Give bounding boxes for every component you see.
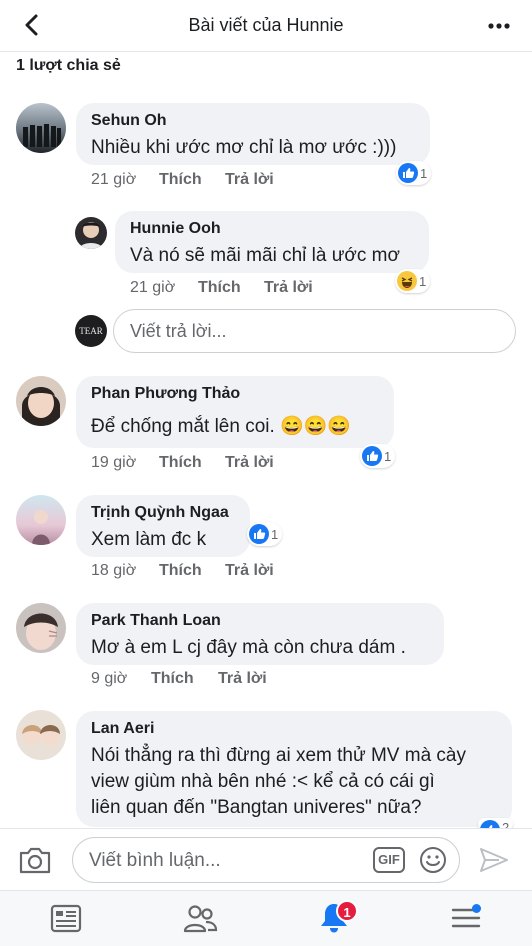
news-feed-icon[interactable]: [48, 901, 84, 935]
reaction-count: 1: [271, 526, 279, 542]
comment-author[interactable]: Trịnh Quỳnh Ngaa: [91, 504, 229, 522]
tear-logo-icon: TEAR: [79, 326, 103, 336]
send-icon[interactable]: [478, 845, 510, 875]
comment-text-line: view giùm nhà bên nhé :< kể cả có cái gì: [91, 771, 435, 792]
avatar[interactable]: [16, 103, 66, 153]
profile-photo-icon: [22, 387, 60, 426]
comment-composer: Viết bình luận... GIF: [0, 828, 532, 890]
comment-author[interactable]: Lan Aeri: [91, 720, 154, 738]
comment-author[interactable]: Hunnie Ooh: [130, 220, 221, 238]
comment-time: 21 giờ: [91, 171, 137, 188]
top-bar: Bài viết của Hunnie: [0, 0, 532, 52]
comment-time: 19 giờ: [91, 454, 137, 471]
reply-button[interactable]: Trả lời: [264, 279, 313, 297]
comment-author[interactable]: Sehun Oh: [91, 112, 167, 130]
like-button[interactable]: Thích: [159, 171, 202, 189]
comment-text: Mơ à em L cj đây mà còn chưa dám .: [91, 637, 406, 658]
comment-text: Xem làm đc k: [91, 529, 207, 550]
menu-indicator-dot: [472, 904, 481, 913]
comment-bubble[interactable]: Park Thanh Loan Mơ à em L cj đây mà còn …: [76, 603, 444, 665]
reaction-summary[interactable]: 1: [247, 522, 283, 546]
reply-button[interactable]: Trả lời: [218, 670, 267, 688]
comment-meta: 19 giờ Thích Trả lời: [91, 454, 391, 474]
reaction-summary[interactable]: 1: [396, 161, 432, 185]
avatar[interactable]: [16, 710, 66, 760]
comment-bubble[interactable]: Lan Aeri Nói thẳng ra thì đừng ai xem th…: [76, 711, 512, 827]
comment-time: 9 giờ: [91, 670, 128, 687]
reply-placeholder: Viết trả lời...: [130, 321, 227, 341]
emoji-icon[interactable]: [419, 846, 447, 874]
reaction-count: 1: [420, 165, 428, 181]
comment-text: Nhiều khi ước mơ chỉ là mơ ước :))): [91, 137, 397, 158]
avatar[interactable]: [16, 495, 66, 545]
camera-icon[interactable]: [18, 845, 52, 875]
comment-text: Để chống mắt lên coi. 😄😄😄: [91, 416, 352, 437]
bottom-tab-bar: [0, 890, 532, 946]
like-reaction-icon: [249, 524, 269, 544]
comment-bubble[interactable]: Sehun Oh Nhiều khi ước mơ chỉ là mơ ước …: [76, 103, 430, 165]
comment-time: 18 giờ: [91, 562, 137, 579]
avatar[interactable]: TEAR: [75, 315, 107, 347]
profile-photo-icon: [32, 510, 50, 545]
comment-input[interactable]: Viết bình luận... GIF: [72, 837, 460, 883]
reply-button[interactable]: Trả lời: [225, 562, 274, 580]
svg-text:TEAR: TEAR: [79, 326, 103, 336]
avatar[interactable]: [16, 376, 66, 426]
comment-text-line: Nói thẳng ra thì đừng ai xem thử MV mà c…: [91, 745, 466, 766]
comment-meta: 21 giờ Thích Trả lời: [91, 171, 391, 191]
reply-button[interactable]: Trả lời: [225, 454, 274, 472]
comment-time: 21 giờ: [130, 279, 176, 296]
comment-author[interactable]: Park Thanh Loan: [91, 612, 221, 630]
comment-bubble[interactable]: Trịnh Quỳnh Ngaa Xem làm đc k: [76, 495, 250, 557]
comment-bubble[interactable]: Hunnie Ooh Và nó sẽ mãi mãi chỉ là ước m…: [115, 211, 429, 273]
comment-author[interactable]: Phan Phương Thảo: [91, 385, 240, 403]
page-title: Bài viết của Hunnie: [188, 15, 344, 35]
comment-text-line: liên quan đến "Bangtan univeres" nữa?: [91, 797, 422, 818]
comment-placeholder: Viết bình luận...: [89, 850, 221, 871]
avatar[interactable]: [16, 603, 66, 653]
notification-badge: 1: [336, 900, 358, 922]
profile-photo-icon: [79, 222, 103, 249]
profile-photo-icon: [24, 613, 58, 650]
comment-meta: 18 giờ Thích Trả lời: [91, 562, 391, 582]
group-photo-icon: [23, 124, 61, 147]
reply-input[interactable]: Viết trả lời...: [113, 309, 516, 353]
like-button[interactable]: Thích: [198, 279, 241, 297]
like-reaction-icon: [398, 163, 418, 183]
more-options-icon[interactable]: [484, 14, 514, 38]
friends-icon[interactable]: [182, 901, 218, 935]
avatar[interactable]: [75, 217, 107, 249]
comment-bubble[interactable]: Phan Phương Thảo Để chống mắt lên coi. 😄…: [76, 376, 394, 448]
share-count[interactable]: 1 lượt chia sẻ: [16, 57, 121, 75]
gif-button[interactable]: GIF: [373, 847, 405, 873]
like-button[interactable]: Thích: [159, 562, 202, 580]
profile-photo-icon: [22, 725, 60, 745]
like-button[interactable]: Thích: [159, 454, 202, 472]
comment-meta: 21 giờ Thích Trả lời: [130, 279, 430, 299]
comment-text: Và nó sẽ mãi mãi chỉ là ước mơ: [130, 245, 400, 266]
comment-meta: 9 giờ Thích Trả lời: [91, 670, 391, 690]
reply-button[interactable]: Trả lời: [225, 171, 274, 189]
like-button[interactable]: Thích: [151, 670, 194, 688]
